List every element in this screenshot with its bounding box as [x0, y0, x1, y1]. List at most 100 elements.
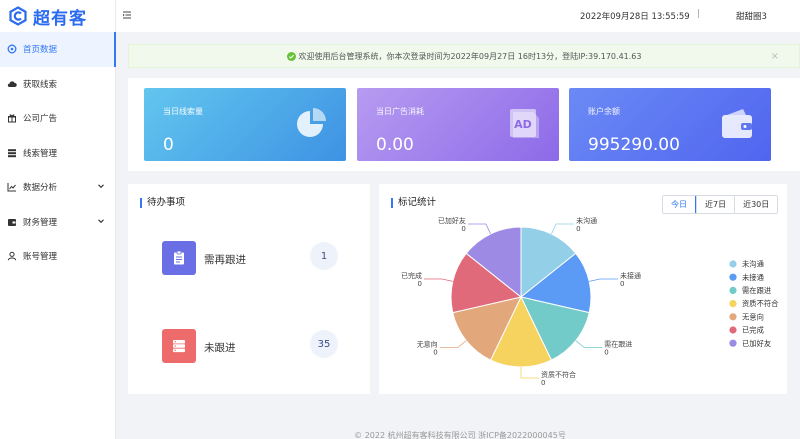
stat-card-ad-spend[interactable]: 当日广告消耗 0.00 AD	[357, 88, 559, 161]
pie-label-line	[424, 278, 453, 282]
sidebar-item-label: 账号管理	[23, 252, 58, 263]
welcome-notice: 欢迎使用后台管理系统，你本次登录时间为2022年09月27日 16时13分，登陆…	[128, 44, 800, 68]
legend-label[interactable]: 未接通	[742, 273, 765, 282]
notice-text: 欢迎使用后台管理系统，你本次登录时间为2022年09月27日 16时13分，登陆…	[298, 51, 642, 61]
current-datetime: 2022年09月28日 13:55:59	[580, 12, 690, 22]
todo-panel: 待办事项 需再跟进 1 未跟进 35	[128, 184, 370, 394]
pie-label-line	[551, 223, 575, 235]
pie-slice-label: 资质不符合	[541, 370, 576, 379]
legend-marker[interactable]	[729, 273, 737, 281]
footer-copyright: © 2022 杭州超有客科技有限公司 浙ICP备2022000045号	[354, 431, 566, 439]
pie-label-line	[575, 340, 603, 348]
pie-slice-value: 0	[541, 379, 545, 387]
sidebar: 超有客 首页数据 获取线索 公司广告 线索管理 数据分析 财务管理 账号管理	[0, 0, 116, 439]
sidebar-item-lead-management[interactable]: 线索管理	[0, 136, 115, 171]
legend-label[interactable]: 未沟通	[742, 260, 765, 269]
success-check-icon	[286, 51, 296, 61]
sidebar-item-label: 首页数据	[23, 45, 58, 56]
close-notice-button[interactable]: ×	[771, 51, 779, 62]
header-separator: |	[697, 9, 700, 19]
sidebar-item-label: 获取线索	[23, 79, 58, 90]
cloud-icon	[7, 79, 17, 89]
stat-value: 0	[163, 135, 174, 155]
tab-last-7-days[interactable]: 近7日	[696, 196, 735, 213]
pie-slice-value: 0	[418, 280, 422, 288]
pie-slice-value: 0	[620, 280, 624, 288]
pie-slice-label: 已加好友	[438, 216, 466, 225]
stat-value: 995290.00	[588, 135, 680, 155]
stats-panel: 当日线索量 0 当日广告消耗 0.00 AD 账户余额 995290.00	[128, 78, 800, 171]
brand-name: 超有客	[33, 8, 87, 29]
sidebar-item-label: 财务管理	[23, 217, 58, 228]
pie-label-line	[467, 223, 491, 235]
mark-stats-pie-chart: 未沟通0未接通0需在跟进0资质不符合0无意向0已完成0已加好友0未沟通未接通需在…	[401, 216, 779, 387]
todo-item-not-followed[interactable]: 未跟进 35	[162, 329, 338, 363]
pie-slice-label: 未沟通	[576, 216, 597, 225]
pie-label-line	[520, 367, 539, 379]
tab-today[interactable]: 今日	[663, 196, 696, 213]
stat-label: 当日广告消耗	[376, 107, 424, 116]
ad-icon: AD	[510, 109, 539, 138]
todo-item-follow-up[interactable]: 需再跟进 1	[162, 241, 338, 275]
list-icon	[7, 148, 17, 158]
legend-marker[interactable]	[729, 313, 737, 321]
mark-stats-panel: 未沟通 0 未接通 0 需在跟进 0 资质不符合 0 无意向 0 已完成 0 已加好友 0 未沟通 未接通 需在…	[379, 184, 787, 394]
collapse-menu-icon[interactable]	[122, 10, 132, 20]
svg-text:AD: AD	[514, 118, 532, 131]
legend-marker[interactable]	[729, 300, 737, 308]
pie-slice-value: 0	[433, 349, 437, 357]
legend-label[interactable]: 资质不符合	[742, 299, 779, 308]
sidebar-item-label: 线索管理	[23, 148, 58, 159]
user-name[interactable]: 甜甜圈3	[736, 10, 767, 22]
pie-slice-label: 未接通	[620, 271, 641, 280]
stat-value: 0.00	[376, 135, 414, 155]
pie-slice-value: 0	[604, 349, 608, 357]
sidebar-item-label: 数据分析	[23, 183, 58, 194]
pie-slice-value: 0	[461, 225, 465, 233]
legend-label[interactable]: 需在跟进	[742, 286, 772, 295]
stat-card-balance[interactable]: 账户余额 995290.00	[569, 88, 771, 161]
chart-panel-title: 标记统计	[391, 198, 436, 208]
wallet-icon	[722, 109, 752, 138]
pie-slice-label: 已完成	[401, 271, 422, 280]
legend-marker[interactable]	[729, 286, 737, 294]
top-bar: 2022年09月28日 13:55:59 | 甜甜圈3	[116, 0, 800, 32]
stat-card-leads[interactable]: 当日线索量 0	[144, 88, 346, 161]
pie-slice-label: 需在跟进	[604, 340, 632, 349]
gift-icon	[7, 113, 17, 123]
sidebar-item-home[interactable]: 首页数据	[0, 32, 116, 67]
clipboard-icon	[162, 241, 196, 275]
logo-mark-icon	[9, 6, 27, 26]
legend-label[interactable]: 已完成	[742, 326, 764, 335]
legend-marker[interactable]	[729, 326, 737, 334]
legend-label[interactable]: 无意向	[742, 312, 764, 321]
home-icon	[7, 44, 17, 54]
pie-label-line	[589, 278, 618, 282]
todo-label: 需再跟进	[204, 254, 246, 266]
pie-slice-label: 无意向	[417, 340, 438, 349]
tab-last-30-days[interactable]: 近30日	[734, 196, 778, 213]
legend-marker[interactable]	[729, 260, 737, 268]
sidebar-item-leads[interactable]: 获取线索	[0, 67, 115, 102]
legend-label[interactable]: 已加好友	[742, 339, 771, 348]
sidebar-item-finance[interactable]: 财务管理	[0, 205, 115, 240]
chevron-down-icon	[98, 184, 104, 189]
legend-marker[interactable]	[729, 339, 737, 347]
sidebar-item-ads[interactable]: 公司广告	[0, 101, 115, 136]
pie-slice-value: 0	[576, 225, 580, 233]
pie-label-line	[439, 340, 467, 348]
chart-icon	[7, 182, 17, 192]
sidebar-item-analytics[interactable]: 数据分析	[0, 170, 115, 205]
todo-count-badge: 1	[310, 242, 338, 270]
brand-logo[interactable]: 超有客	[0, 0, 115, 32]
stat-label: 账户余额	[588, 107, 620, 116]
date-range-tabs: 今日 近7日 近30日	[662, 195, 779, 214]
user-icon	[7, 251, 17, 261]
stat-label: 当日线索量	[163, 107, 203, 116]
wallet-icon	[7, 217, 17, 227]
chevron-down-icon	[98, 218, 104, 223]
todo-panel-title: 待办事项	[140, 198, 185, 208]
sidebar-item-accounts[interactable]: 账号管理	[0, 239, 115, 274]
pie-icon	[297, 108, 326, 137]
todo-count-badge: 35	[310, 330, 338, 358]
